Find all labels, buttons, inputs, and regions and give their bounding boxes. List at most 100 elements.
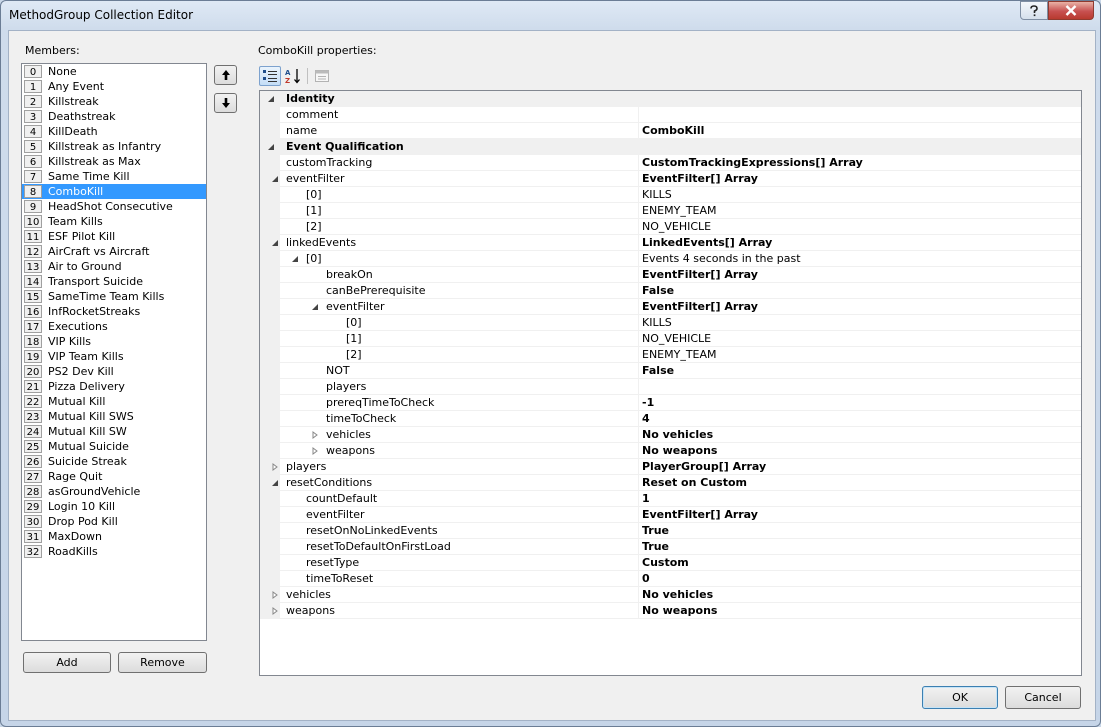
property-value[interactable]: EventFilter[] Array [642, 507, 758, 523]
property-value[interactable]: EventFilter[] Array [642, 267, 758, 283]
collapsed-triangle-icon[interactable] [270, 606, 280, 616]
property-value[interactable]: 1 [642, 491, 650, 507]
property-row[interactable]: countDefault 1 [260, 491, 1081, 507]
member-item[interactable]: 7 Same Time Kill [22, 169, 206, 184]
property-value[interactable]: EventFilter[] Array [642, 171, 758, 187]
member-item[interactable]: 24 Mutual Kill SW [22, 424, 206, 439]
property-value[interactable]: KILLS [642, 187, 672, 203]
property-row[interactable]: name ComboKill [260, 123, 1081, 139]
add-button[interactable]: Add [23, 652, 111, 673]
alphabetical-button[interactable]: A Z [282, 66, 304, 86]
expanded-triangle-icon[interactable] [266, 94, 276, 104]
member-item[interactable]: 13 Air to Ground [22, 259, 206, 274]
property-row[interactable]: timeToReset 0 [260, 571, 1081, 587]
member-item[interactable]: 1 Any Event [22, 79, 206, 94]
property-row[interactable]: vehicles No vehicles [260, 427, 1081, 443]
property-value[interactable]: PlayerGroup[] Array [642, 459, 766, 475]
cancel-button[interactable]: Cancel [1005, 686, 1081, 709]
property-value[interactable]: NO_VEHICLE [642, 331, 711, 347]
title-bar[interactable]: MethodGroup Collection Editor [1, 1, 1100, 29]
property-grid[interactable]: Identity comment name ComboKill Event Qualif… [259, 90, 1082, 676]
expanded-triangle-icon[interactable] [266, 142, 276, 152]
property-row[interactable]: [2] NO_VEHICLE [260, 219, 1081, 235]
property-value[interactable]: False [642, 283, 674, 299]
member-item[interactable]: 5 Killstreak as Infantry [22, 139, 206, 154]
member-item[interactable]: 26 Suicide Streak [22, 454, 206, 469]
property-row[interactable]: players [260, 379, 1081, 395]
property-row[interactable]: comment [260, 107, 1081, 123]
property-value[interactable]: ENEMY_TEAM [642, 347, 717, 363]
member-item[interactable]: 0 None [22, 64, 206, 79]
property-value[interactable]: No vehicles [642, 427, 713, 443]
expanded-triangle-icon[interactable] [270, 238, 280, 248]
property-category-row[interactable]: Event Qualification [260, 139, 1081, 155]
member-item[interactable]: 2 Killstreak [22, 94, 206, 109]
property-value[interactable]: -1 [642, 395, 654, 411]
member-item[interactable]: 29 Login 10 Kill [22, 499, 206, 514]
member-item[interactable]: 20 PS2 Dev Kill [22, 364, 206, 379]
property-value[interactable]: ComboKill [642, 123, 704, 139]
expanded-triangle-icon[interactable] [290, 254, 300, 264]
property-row[interactable]: [2] ENEMY_TEAM [260, 347, 1081, 363]
member-item[interactable]: 30 Drop Pod Kill [22, 514, 206, 529]
property-value[interactable]: KILLS [642, 315, 672, 331]
ok-button[interactable]: OK [922, 686, 998, 709]
property-value[interactable]: EventFilter[] Array [642, 299, 758, 315]
move-down-button[interactable] [214, 93, 237, 113]
property-value[interactable]: LinkedEvents[] Array [642, 235, 772, 251]
property-value[interactable]: No weapons [642, 443, 717, 459]
property-value[interactable]: Custom [642, 555, 689, 571]
move-up-button[interactable] [214, 65, 237, 85]
member-item[interactable]: 3 Deathstreak [22, 109, 206, 124]
property-row[interactable]: resetType Custom [260, 555, 1081, 571]
member-item[interactable]: 28 asGroundVehicle [22, 484, 206, 499]
member-item[interactable]: 27 Rage Quit [22, 469, 206, 484]
expanded-triangle-icon[interactable] [270, 174, 280, 184]
property-row[interactable]: [0] Events 4 seconds in the past [260, 251, 1081, 267]
property-value[interactable]: 4 [642, 411, 650, 427]
member-item[interactable]: 16 InfRocketStreaks [22, 304, 206, 319]
member-item[interactable]: 31 MaxDown [22, 529, 206, 544]
property-value[interactable]: Reset on Custom [642, 475, 747, 491]
help-button[interactable] [1020, 1, 1048, 20]
property-row[interactable]: [0] KILLS [260, 187, 1081, 203]
member-item[interactable]: 32 RoadKills [22, 544, 206, 559]
property-value[interactable]: True [642, 539, 669, 555]
property-row[interactable]: breakOn EventFilter[] Array [260, 267, 1081, 283]
property-row[interactable]: eventFilter EventFilter[] Array [260, 507, 1081, 523]
member-item[interactable]: 8 ComboKill [22, 184, 206, 199]
property-row[interactable]: players PlayerGroup[] Array [260, 459, 1081, 475]
property-row[interactable]: customTracking CustomTrackingExpressions[… [260, 155, 1081, 171]
member-item[interactable]: 22 Mutual Kill [22, 394, 206, 409]
member-item[interactable]: 14 Transport Suicide [22, 274, 206, 289]
property-row[interactable]: eventFilter EventFilter[] Array [260, 299, 1081, 315]
member-item[interactable]: 17 Executions [22, 319, 206, 334]
property-row[interactable]: weapons No weapons [260, 603, 1081, 619]
member-item[interactable]: 15 SameTime Team Kills [22, 289, 206, 304]
member-item[interactable]: 10 Team Kills [22, 214, 206, 229]
member-item[interactable]: 21 Pizza Delivery [22, 379, 206, 394]
property-pages-button[interactable] [311, 66, 333, 86]
member-item[interactable]: 4 KillDeath [22, 124, 206, 139]
property-value[interactable]: No vehicles [642, 587, 713, 603]
member-item[interactable]: 12 AirCraft vs Aircraft [22, 244, 206, 259]
property-value[interactable]: False [642, 363, 674, 379]
property-row[interactable]: canBePrerequisite False [260, 283, 1081, 299]
property-row[interactable]: resetConditions Reset on Custom [260, 475, 1081, 491]
member-item[interactable]: 18 VIP Kills [22, 334, 206, 349]
member-item[interactable]: 25 Mutual Suicide [22, 439, 206, 454]
member-item[interactable]: 6 Killstreak as Max [22, 154, 206, 169]
remove-button[interactable]: Remove [118, 652, 207, 673]
categorized-button[interactable] [259, 66, 281, 86]
member-item[interactable]: 9 HeadShot Consecutive [22, 199, 206, 214]
property-row[interactable]: vehicles No vehicles [260, 587, 1081, 603]
members-list[interactable]: 0 None 1 Any Event 2 Killstreak 3 Deathstreak 4 K… [21, 63, 207, 641]
property-value[interactable]: ENEMY_TEAM [642, 203, 717, 219]
collapsed-triangle-icon[interactable] [270, 462, 280, 472]
property-category-row[interactable]: Identity [260, 91, 1081, 107]
property-row[interactable]: linkedEvents LinkedEvents[] Array [260, 235, 1081, 251]
property-row[interactable]: NOT False [260, 363, 1081, 379]
property-value[interactable]: CustomTrackingExpressions[] Array [642, 155, 863, 171]
property-row[interactable]: timeToCheck 4 [260, 411, 1081, 427]
property-row[interactable]: eventFilter EventFilter[] Array [260, 171, 1081, 187]
